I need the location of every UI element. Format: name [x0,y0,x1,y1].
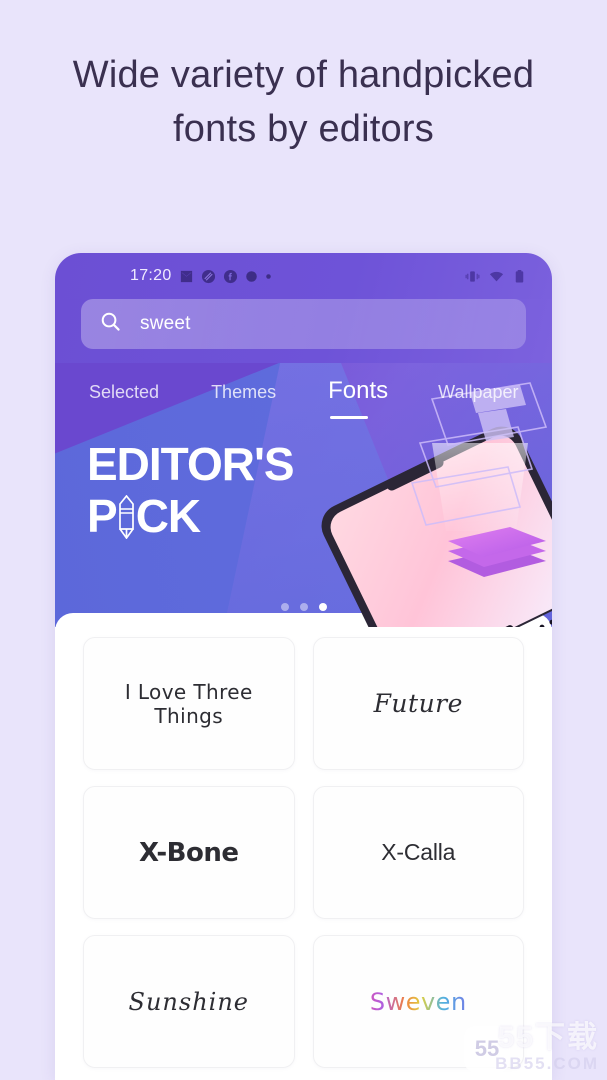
status-bar-left: 17:20 [130,267,272,285]
tab-wallpaper[interactable]: Wallpaper [438,382,518,403]
tab-themes[interactable]: Themes [211,382,276,403]
pencil-icon [118,493,135,539]
layers-icon [201,269,216,284]
wordmark-p: P [87,490,118,542]
tab-selected[interactable]: Selected [89,382,159,403]
tab-fonts[interactable]: Fonts [328,377,388,419]
font-sample-label: X-Calla [381,839,456,865]
phone-mockup: 17:20 sweet Selected Themes Fonts Wallpa… [55,253,552,1080]
font-sample-label: Sweven [362,988,475,1016]
wifi-icon [489,269,504,284]
phone-layers-illustration [320,371,552,627]
hero-banner[interactable]: Selected Themes Fonts Wallpaper EDITOR'S… [55,363,552,627]
battery-icon [513,269,526,284]
font-sample-label: Sunshine [128,987,249,1016]
font-sample-label: Future [373,689,463,718]
font-card[interactable]: X-Calla [312,786,524,919]
search-value: sweet [140,313,191,334]
carousel-dot-3[interactable] [318,603,327,611]
wordmark-line-2: P CK [87,489,294,543]
circle-icon [245,270,258,283]
vibrate-icon [465,269,480,284]
font-card[interactable]: Sunshine [83,935,295,1068]
page-title: Wide variety of handpicked fonts by edit… [72,54,535,150]
font-sample-label: X-Bone [138,837,239,868]
tab-bar: Selected Themes Fonts Wallpaper [55,377,552,419]
font-card[interactable]: I Love Three Things [83,637,295,770]
status-time: 17:20 [130,267,172,284]
search-input[interactable]: sweet [81,299,526,349]
font-card[interactable]: X-Bone [83,786,295,919]
font-card[interactable]: Future [312,637,524,770]
search-section: sweet [55,299,552,363]
watermark-badge: 55 [464,1026,510,1072]
mail-icon [179,269,194,284]
carousel-dot-2[interactable] [299,603,308,611]
editors-pick-wordmark: EDITOR'S P CK [87,438,295,543]
font-list-sheet: I Love Three Things Future X-Bone X-Call… [55,613,552,1080]
font-sample-label: I Love Three Things [124,679,253,728]
carousel-dots [55,603,552,611]
search-icon [99,310,122,338]
font-card-grid: I Love Three Things Future X-Bone X-Call… [83,637,524,1068]
wordmark-line-1: EDITOR'S [87,438,295,490]
status-bar: 17:20 [55,253,552,299]
facebook-icon [223,269,238,284]
status-bar-right [465,253,526,299]
carousel-dot-1[interactable] [280,603,289,611]
dot-icon [265,273,272,280]
wordmark-ck: CK [135,490,201,542]
